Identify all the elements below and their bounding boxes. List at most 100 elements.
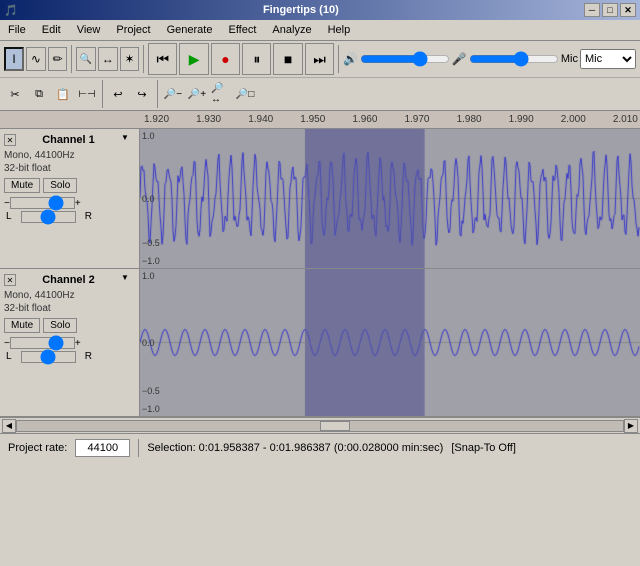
channel-2-close-btn[interactable]: ✕ [4, 274, 16, 286]
snap-info: [Snap-To Off] [451, 442, 516, 454]
channel-1-waveform[interactable]: 1.0 0.0 −0.5 −1.0 [140, 129, 640, 268]
multi-tool-btn[interactable]: ✶ [120, 47, 140, 71]
project-rate-label: Project rate: [8, 442, 67, 454]
trim-btn[interactable]: ⊢⊣ [76, 83, 98, 105]
redo-btn[interactable]: ↪ [131, 83, 153, 105]
input-selector[interactable]: Mic Line In Built-in [580, 49, 636, 69]
channel-2-info: Mono, 44100Hz 32-bit float [4, 289, 135, 315]
zoom-icon: 🔍 [80, 54, 92, 65]
channel-1-vol-slider[interactable] [10, 197, 75, 209]
pause-btn[interactable]: ⏸ [242, 43, 271, 75]
scrollbar-thumb[interactable] [320, 421, 350, 431]
record-btn[interactable]: ● [211, 43, 240, 75]
ch1-ymax: 1.0 [142, 131, 155, 141]
ch2-ymin2: −1.0 [142, 404, 160, 414]
ffwd-icon: ⏭ [313, 51, 326, 68]
undo-btn[interactable]: ↩ [107, 83, 129, 105]
channel-2-controls: ✕ Channel 2 ▼ Mono, 44100Hz 32-bit float… [0, 269, 140, 416]
scroll-right-btn[interactable]: ▶ [624, 419, 638, 433]
close-btn[interactable]: ✕ [620, 3, 636, 17]
menu-effect[interactable]: Effect [220, 22, 264, 38]
menu-help[interactable]: Help [320, 22, 359, 38]
minimize-btn[interactable]: ─ [584, 3, 600, 17]
stop-btn[interactable]: ■ [273, 43, 302, 75]
channel-2-solo-btn[interactable]: Solo [43, 318, 77, 333]
volume-slider[interactable] [360, 51, 450, 67]
play-btn[interactable]: ▶ [179, 43, 208, 75]
play-icon: ▶ [189, 51, 200, 68]
timeshift-icon: ↔ [102, 52, 114, 66]
time-shift-tool-btn[interactable]: ↔ [98, 47, 118, 71]
menu-analyze[interactable]: Analyze [264, 22, 319, 38]
zoom-in-btn2[interactable]: 🔎+ [186, 83, 208, 105]
tl-4: 1.950 [300, 114, 325, 125]
channel-2-vol-slider[interactable] [10, 337, 75, 349]
multi-icon: ✶ [124, 52, 134, 66]
channel-2-strip: ✕ Channel 2 ▼ Mono, 44100Hz 32-bit float… [0, 269, 640, 417]
channel-1-info-line2: 32-bit float [4, 162, 135, 175]
menu-edit[interactable]: Edit [34, 22, 69, 38]
sep4 [102, 80, 103, 108]
channel-2-lr: L R [4, 351, 94, 363]
ch1-ymid: 0.0 [142, 194, 155, 204]
tl-2: 1.930 [196, 114, 221, 125]
menu-file[interactable]: File [0, 22, 34, 38]
channel-1-controls: ✕ Channel 1 ▼ Mono, 44100Hz 32-bit float… [0, 129, 140, 268]
envelope-tool-btn[interactable]: ∿ [26, 47, 46, 71]
rewind-btn[interactable]: ⏮ [148, 43, 177, 75]
channel-1-volume-row: − + [4, 197, 135, 209]
channel-2-header: ✕ Channel 2 ▼ [4, 273, 135, 287]
cut-btn[interactable]: ✂ [4, 83, 26, 105]
timeline[interactable]: 1.920 1.930 1.940 1.950 1.960 1.970 1.98… [0, 111, 640, 129]
channel-1-close-btn[interactable]: ✕ [4, 134, 16, 146]
paste-btn[interactable]: 📋 [52, 83, 74, 105]
channel-1-info-line1: Mono, 44100Hz [4, 149, 135, 162]
menu-project[interactable]: Project [108, 22, 158, 38]
ch2-ymin1: −0.5 [142, 386, 160, 396]
ch2-ymax: 1.0 [142, 271, 155, 281]
zoom-sel-btn[interactable]: 🔎↔ [210, 83, 232, 105]
tl-9: 2.000 [561, 114, 586, 125]
record-icon: ● [221, 51, 229, 67]
channel-2-info-line1: Mono, 44100Hz [4, 289, 135, 302]
menu-view[interactable]: View [69, 22, 109, 38]
zoom-in-tool-btn[interactable]: 🔍 [76, 47, 96, 71]
channel-1-pan-l: L [6, 211, 12, 223]
channel-1-pan-slider[interactable] [21, 211, 76, 223]
channel-1-name: Channel 1 [16, 134, 121, 146]
h-scrollbar[interactable] [16, 420, 624, 432]
tl-10: 2.010 [613, 114, 638, 125]
tl-7: 1.980 [457, 114, 482, 125]
channel-2-mute-btn[interactable]: Mute [4, 318, 40, 333]
channel-1-dropdown[interactable]: ▼ [121, 133, 135, 147]
channel-2-selection [305, 269, 425, 416]
mic-slider[interactable] [469, 51, 559, 67]
channel-1-lr: L R [4, 211, 94, 223]
channel-1-solo-btn[interactable]: Solo [43, 178, 77, 193]
window-controls: ─ □ ✕ [584, 3, 636, 17]
project-rate-input[interactable] [75, 439, 130, 457]
channel-2-waveform[interactable]: 1.0 0.0 −0.5 −1.0 [140, 269, 640, 416]
sep1 [71, 45, 72, 73]
maximize-btn[interactable]: □ [602, 3, 618, 17]
ffwd-btn[interactable]: ⏭ [305, 43, 334, 75]
select-tool-btn[interactable]: I [4, 47, 24, 71]
draw-tool-btn[interactable]: ✏ [48, 47, 68, 71]
channel-1-pan-r: R [85, 211, 92, 223]
channel-2-vol-plus: + [75, 338, 81, 349]
channel-2-pan-r: R [85, 351, 92, 363]
zoom-out-btn[interactable]: 🔎− [162, 83, 184, 105]
channel-1-mute-btn[interactable]: Mute [4, 178, 40, 193]
scroll-left-btn[interactable]: ◀ [2, 419, 16, 433]
channel-2-pan-l: L [6, 351, 12, 363]
select-icon: I [12, 52, 15, 66]
selection-info: Selection: 0:01.958387 - 0:01.986387 (0:… [147, 442, 443, 454]
zoom-fit-btn[interactable]: 🔎□ [234, 83, 256, 105]
title-bar: 🎵 Fingertips (10) ─ □ ✕ [0, 0, 640, 20]
menu-generate[interactable]: Generate [159, 22, 221, 38]
copy-btn[interactable]: ⧉ [28, 83, 50, 105]
channel-2-pan-slider[interactable] [21, 351, 76, 363]
tl-6: 1.970 [404, 114, 429, 125]
app-icon: 🎵 [4, 4, 18, 17]
channel-2-dropdown[interactable]: ▼ [121, 273, 135, 287]
